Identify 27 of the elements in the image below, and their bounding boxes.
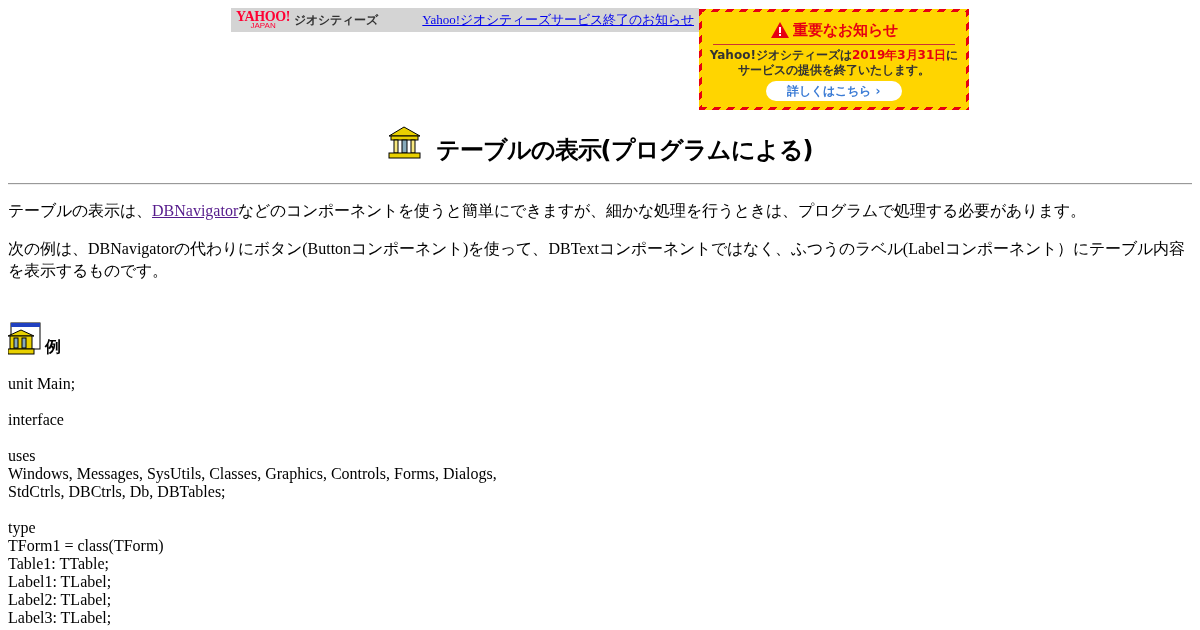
page-title: テーブルの表示(プログラムによる): [435, 135, 813, 165]
code-line: Windows, Messages, SysUtils, Classes, Graphics, Controls, Forms, Dialogs,: [8, 465, 497, 483]
code-line: Label3: TLabel;: [8, 609, 112, 627]
notice-text: Yahoo!ジオシティーズは2019年3月31日 に: [709, 47, 959, 63]
code-line: Table1: TTable;: [8, 555, 109, 573]
notice-title: 重要なお知らせ: [792, 20, 898, 41]
code-line: StdCtrls, DBCtrls, Db, DBTables;: [8, 483, 226, 501]
details-button[interactable]: 詳しくはこちら ›: [766, 80, 902, 101]
notice-banner[interactable]: 重要なお知らせ Yahoo!ジオシティーズは2019年3月31日 に サービスの提供を終了いたします。 詳しくはこちら ›: [699, 9, 969, 110]
service-name: ジオシティーズ: [294, 12, 379, 29]
code-line: uses: [8, 447, 36, 465]
logo-subtext: JAPAN: [250, 22, 276, 30]
warning-icon: [770, 22, 789, 39]
code-line: interface: [8, 411, 64, 429]
link[interactable]: DBNavigator: [152, 202, 239, 219]
notice-text: サービスの提供を終了いたします。: [738, 62, 930, 78]
code-line: TForm1 = class(TForm): [8, 537, 164, 555]
section-heading: 例: [45, 336, 61, 358]
code-line: Label2: TLabel;: [8, 591, 112, 609]
code-line: unit Main;: [8, 375, 76, 393]
window-building-icon: [8, 322, 41, 355]
building-icon: [387, 126, 421, 159]
notice-link[interactable]: Yahoo!ジオシティーズサービス終了のお知らせ: [422, 10, 694, 30]
code-line: Label1: TLabel;: [8, 573, 112, 591]
intro-text: テーブルの表示は、DBNavigatorなどのコンポーネントを使うと簡単にできますが、細かな処理を行うときは、プログラムで処理する必要があります。: [8, 201, 1088, 222]
description-text: 次の例は、DBNavigatorの代わりにボタン(Buttonコンポーネント)を使って、DBTextコンポーネントではなく、ふつうのラベル(Labelコンポーネント）にテーブル内容を表示するものです。: [8, 239, 1186, 281]
code-line: type: [8, 519, 36, 537]
